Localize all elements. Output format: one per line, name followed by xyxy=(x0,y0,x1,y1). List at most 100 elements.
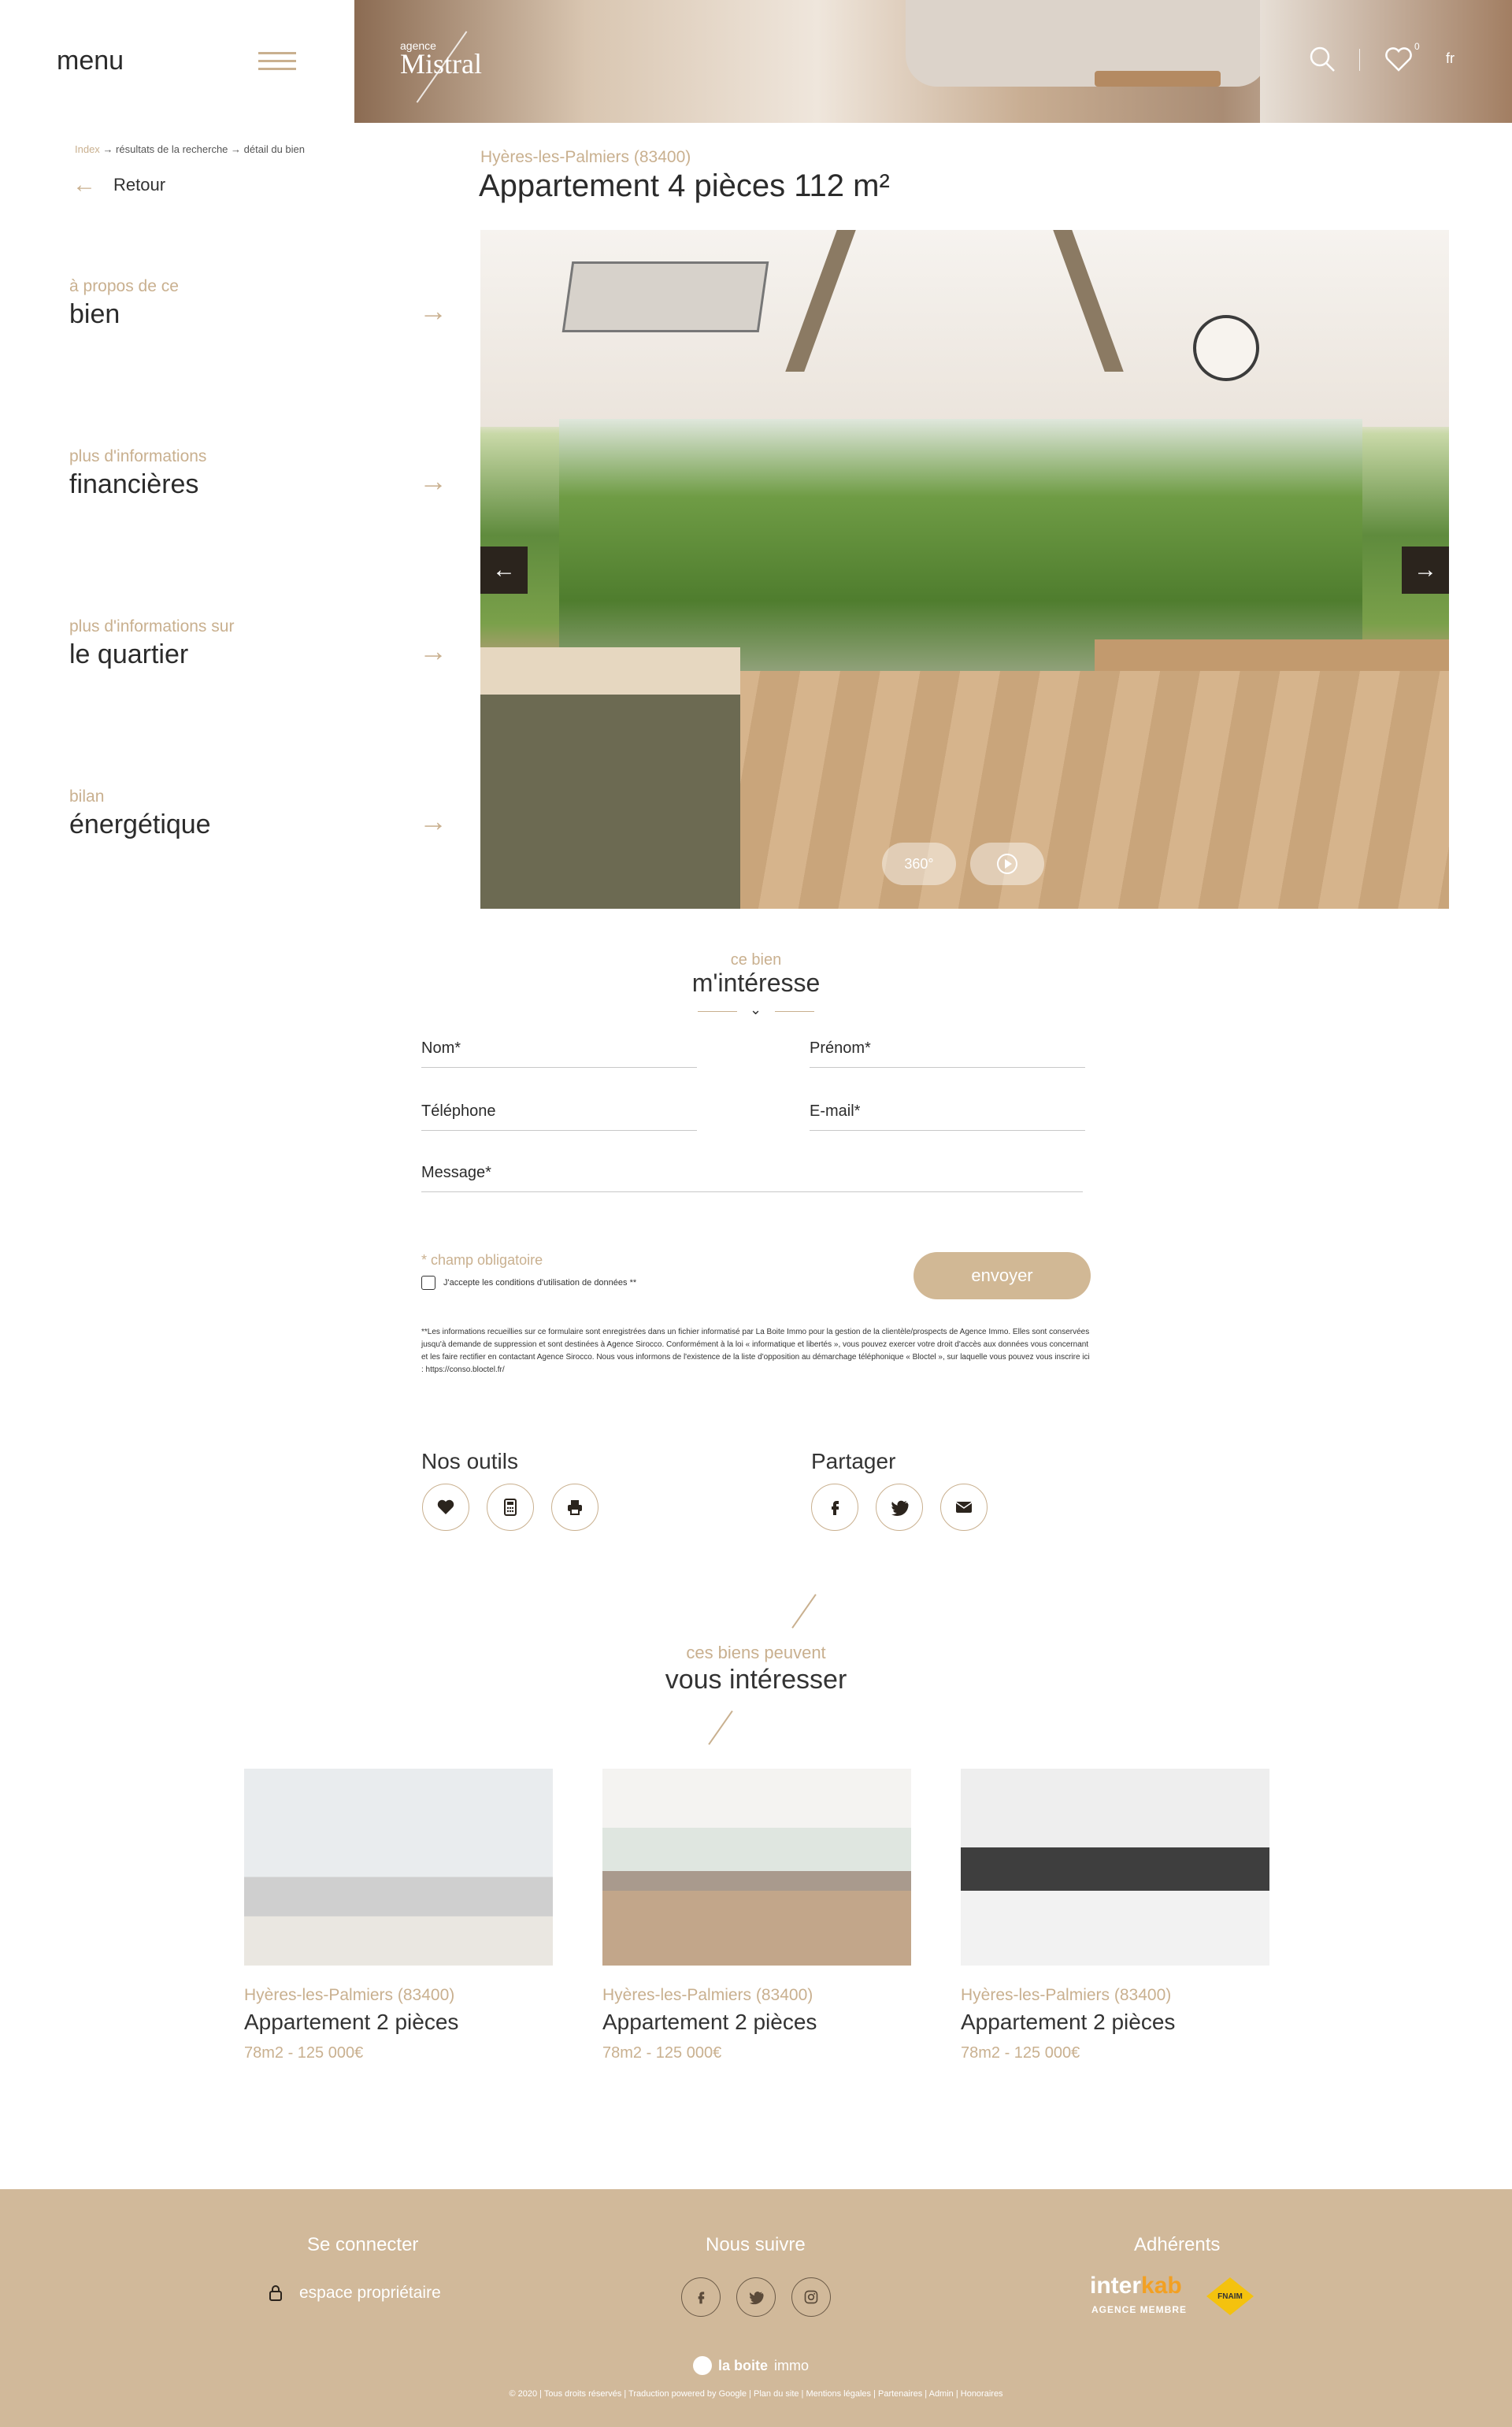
sidebar-item-label: le quartier xyxy=(69,639,189,669)
consent-row[interactable]: J'accepte les conditions d'utilisation d… xyxy=(421,1276,636,1290)
sidebar-item-financial[interactable]: plus d'informations financières → xyxy=(69,447,447,518)
property-card[interactable]: Hyères-les-Palmiers (83400) Appartement … xyxy=(602,1769,911,2062)
suggestions-title: vous intéresser xyxy=(665,1665,847,1695)
share-twitter-button[interactable] xyxy=(876,1484,923,1531)
menu-label[interactable]: menu xyxy=(57,46,124,76)
legal-text: **Les informations recueillies sur ce fo… xyxy=(421,1328,1090,1374)
property-card-image[interactable] xyxy=(244,1769,553,1966)
hamburger-icon[interactable] xyxy=(258,52,296,72)
play-icon xyxy=(997,854,1017,874)
consent-checkbox[interactable] xyxy=(421,1276,435,1290)
favorite-button[interactable] xyxy=(422,1484,469,1531)
form-title: m'intéresse xyxy=(691,969,821,997)
laboite-logo[interactable]: la boite immo xyxy=(693,2356,809,2375)
arrow-left-icon: ← xyxy=(492,557,516,583)
property-card-meta: 78m2 - 125 000€ xyxy=(244,2044,364,2062)
menu-bar xyxy=(0,0,354,123)
sidebar-item-label: financières xyxy=(69,469,199,499)
breadcrumb-results[interactable]: → résultats de la recherche xyxy=(102,143,228,155)
sidebar-item-about[interactable]: à propos de ce bien → xyxy=(69,277,447,348)
video-button[interactable] xyxy=(970,843,1044,885)
print-button[interactable] xyxy=(551,1484,598,1531)
footer-follow-title: Nous suivre xyxy=(706,2234,806,2255)
view-360-button[interactable]: 360° xyxy=(882,843,956,885)
owner-space-link[interactable]: espace propriétaire xyxy=(268,2284,441,2303)
property-card[interactable]: Hyères-les-Palmiers (83400) Appartement … xyxy=(244,1769,553,2062)
required-note: * champ obligatoire xyxy=(421,1252,543,1268)
property-card-title[interactable]: Appartement 2 pièces xyxy=(602,2010,911,2035)
nom-field[interactable]: Nom* xyxy=(421,1033,697,1068)
back-link[interactable]: ← Retour xyxy=(72,172,165,198)
360-icon: 360° xyxy=(904,855,934,872)
arrow-right-icon: → xyxy=(419,805,447,837)
section-slash xyxy=(791,1594,817,1628)
consent-label: J'accepte les conditions d'utilisation d… xyxy=(443,1278,637,1288)
arrow-left-icon: ← xyxy=(72,172,96,198)
submit-button[interactable]: envoyer xyxy=(914,1252,1091,1299)
header-banner-image xyxy=(354,0,1512,123)
header-divider xyxy=(1359,49,1360,71)
property-card-city: Hyères-les-Palmiers (83400) xyxy=(602,1986,813,2004)
footer-facebook-button[interactable] xyxy=(681,2277,721,2317)
arrow-right-icon: → xyxy=(1414,557,1437,583)
suggestions-kicker: ces biens peuvent xyxy=(686,1643,826,1662)
interkab-logo[interactable]: interkab xyxy=(1090,2274,1182,2298)
property-card-meta: 78m2 - 125 000€ xyxy=(961,2044,1080,2062)
message-field[interactable]: Message* xyxy=(421,1158,1083,1192)
sidebar-item-kicker: bilan xyxy=(69,787,105,806)
fnaim-logo[interactable]: FNAIM xyxy=(1206,2277,1254,2315)
property-card[interactable]: Hyères-les-Palmiers (83400) Appartement … xyxy=(961,1769,1269,2062)
property-card-title[interactable]: Appartement 2 pièces xyxy=(961,2010,1269,2035)
sidebar-item-kicker: plus d'informations xyxy=(69,447,207,465)
calculator-icon xyxy=(504,1499,517,1516)
twitter-icon xyxy=(749,2292,764,2305)
property-card-title[interactable]: Appartement 2 pièces xyxy=(244,2010,553,2035)
footer-connect-title: Se connecter xyxy=(307,2234,419,2255)
sidebar-item-label: énergétique xyxy=(69,810,211,839)
back-label: Retour xyxy=(113,175,166,195)
calculator-button[interactable] xyxy=(487,1484,534,1531)
favorites-count: 0 xyxy=(1414,41,1420,52)
facebook-icon xyxy=(832,1501,839,1515)
share-title: Partager xyxy=(811,1449,896,1473)
property-card-city: Hyères-les-Palmiers (83400) xyxy=(961,1986,1172,2004)
copyright-links[interactable]: © 2020 | Tous droits réservés | Traducti… xyxy=(0,2389,1512,2399)
sidebar-item-neighbourhood[interactable]: plus d'informations sur le quartier → xyxy=(69,617,447,688)
breadcrumb: Index → résultats de la recherche → déta… xyxy=(75,143,305,155)
sidebar-item-energy[interactable]: bilan énergétique → xyxy=(69,787,447,858)
property-card-city: Hyères-les-Palmiers (83400) xyxy=(244,1986,455,2004)
share-facebook-button[interactable] xyxy=(811,1484,858,1531)
sidebar-item-kicker: à propos de ce xyxy=(69,277,179,295)
tools-title: Nos outils xyxy=(421,1449,518,1473)
logo[interactable]: Mistral xyxy=(400,47,482,80)
breadcrumb-home[interactable]: Index xyxy=(75,143,100,155)
footer-members-title: Adhérents xyxy=(1134,2234,1221,2255)
arrow-right-icon: → xyxy=(419,465,447,497)
prenom-field[interactable]: Prénom* xyxy=(810,1033,1085,1068)
email-field[interactable]: E-mail* xyxy=(810,1096,1085,1131)
envelope-icon xyxy=(955,1502,973,1513)
share-email-button[interactable] xyxy=(940,1484,988,1531)
telephone-field[interactable]: Téléphone xyxy=(421,1096,697,1131)
form-kicker: ce bien xyxy=(730,951,782,969)
heart-icon[interactable] xyxy=(1384,46,1413,72)
footer-instagram-button[interactable] xyxy=(791,2277,831,2317)
sidebar-item-kicker: plus d'informations sur xyxy=(69,617,235,635)
property-gallery-image[interactable]: ← → 360° xyxy=(480,230,1449,909)
laboite-icon xyxy=(693,2356,712,2375)
property-city: Hyères-les-Palmiers (83400) xyxy=(480,148,691,166)
search-icon[interactable] xyxy=(1309,46,1336,72)
owner-space-label: espace propriétaire xyxy=(299,2284,441,2302)
property-title: Appartement 4 pièces 112 m² xyxy=(479,169,890,203)
print-icon xyxy=(568,1500,582,1515)
property-card-image[interactable] xyxy=(961,1769,1269,1966)
property-card-image[interactable] xyxy=(602,1769,911,1966)
section-slash xyxy=(708,1710,733,1745)
gallery-prev-button[interactable]: ← xyxy=(480,547,528,594)
footer: Se connecter Nous suivre Adhérents espac… xyxy=(0,2189,1512,2427)
language-selector[interactable]: fr xyxy=(1446,50,1455,67)
footer-twitter-button[interactable] xyxy=(736,2277,776,2317)
gallery-next-button[interactable]: → xyxy=(1402,547,1449,594)
interkab-subtitle: AGENCE MEMBRE xyxy=(1091,2304,1188,2315)
chevron-down-icon: ⌄ xyxy=(750,1002,762,1017)
